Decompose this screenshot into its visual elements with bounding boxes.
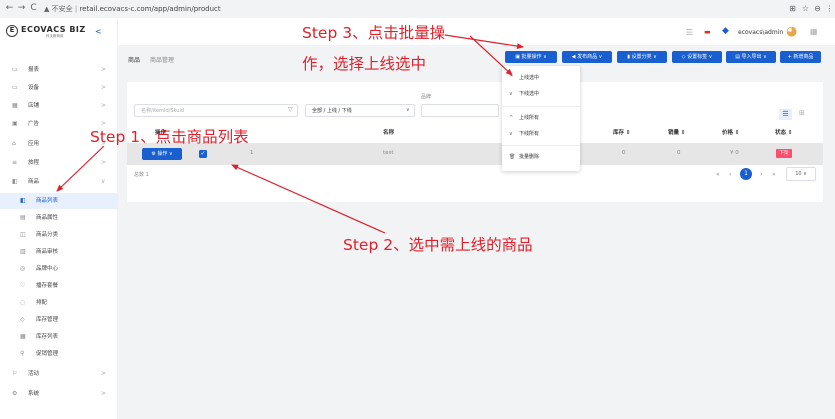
step3-arrow-button <box>444 34 524 50</box>
step1-arrow <box>56 145 105 192</box>
step2-arrow <box>231 164 386 234</box>
annotation-arrows <box>56 34 524 234</box>
